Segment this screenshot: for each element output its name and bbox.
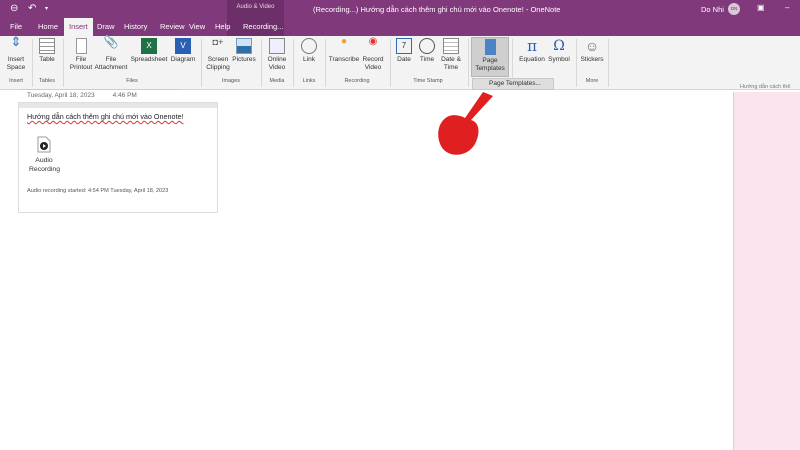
tab-home[interactable]: Home bbox=[38, 22, 58, 31]
transcribe-icon: ● bbox=[340, 36, 348, 47]
file-attachment-button[interactable]: 📎 File Attachment bbox=[94, 35, 128, 72]
ribbon-display-icon[interactable]: ▣ bbox=[757, 3, 765, 12]
symbol-button[interactable]: Ω Symbol bbox=[546, 38, 572, 64]
avatar[interactable]: DN bbox=[728, 3, 740, 15]
pointing-hand-icon bbox=[438, 92, 493, 155]
user-name[interactable]: Do Nhi bbox=[701, 5, 724, 14]
minimize-icon[interactable]: – bbox=[785, 3, 789, 12]
group-tables: Tables bbox=[39, 78, 55, 84]
divider bbox=[576, 39, 577, 87]
page-templates-icon bbox=[484, 39, 496, 55]
recording-info: Audio recording started: 4:54 PM Tuesday… bbox=[27, 188, 169, 194]
sidebar-page-title[interactable]: Hướng dẫn cách thê bbox=[740, 84, 790, 90]
file-printout-button[interactable]: File Printout bbox=[67, 38, 95, 72]
group-more: More bbox=[585, 78, 599, 84]
pi-icon: π bbox=[527, 37, 537, 55]
group-recording: Recording bbox=[344, 78, 370, 84]
customize-qat-icon[interactable]: ▾ bbox=[45, 5, 48, 12]
back-icon[interactable]: ⊖ bbox=[10, 3, 18, 14]
group-insert: Insert bbox=[9, 78, 23, 84]
ribbon: ⇕ Insert Space Insert Table Tables File P… bbox=[0, 34, 800, 90]
stickers-button[interactable]: ☺ Stickers bbox=[579, 38, 605, 64]
group-images: Images bbox=[221, 78, 241, 84]
file-printout-icon bbox=[75, 38, 87, 54]
divider bbox=[293, 39, 294, 87]
context-tab-label: Audio & Video bbox=[236, 4, 275, 10]
divider bbox=[325, 39, 326, 87]
calendar-icon: 7 bbox=[396, 38, 412, 54]
group-links: Links bbox=[302, 78, 316, 84]
undo-icon[interactable]: ↶ bbox=[28, 3, 36, 14]
note-drag-handle[interactable] bbox=[19, 103, 217, 108]
tab-review[interactable]: Review bbox=[160, 22, 185, 31]
smiley-icon: ☺ bbox=[584, 38, 600, 54]
date-time-button[interactable]: Date & Time bbox=[438, 38, 464, 72]
paperclip-icon: 📎 bbox=[103, 35, 119, 49]
audio-recording-file[interactable]: Audio Recording bbox=[29, 136, 60, 174]
divider bbox=[261, 39, 262, 87]
divider bbox=[32, 39, 33, 87]
pictures-button[interactable]: Pictures bbox=[231, 38, 257, 64]
transcribe-button[interactable]: ● Transcribe bbox=[327, 36, 361, 64]
screen-clipping-button[interactable]: ◘+ Screen Clipping bbox=[204, 38, 232, 72]
note-text[interactable]: Hướng dẫn cách thêm ghi chú mới vào Onen… bbox=[27, 112, 183, 121]
spreadsheet-button[interactable]: X Spreadsheet bbox=[129, 38, 169, 64]
tab-view[interactable]: View bbox=[189, 22, 205, 31]
divider bbox=[63, 39, 64, 87]
group-files: Files bbox=[126, 78, 138, 84]
tab-recording[interactable]: Recording... bbox=[243, 22, 283, 31]
window-title: (Recording...) Hướng dẫn cách thêm ghi c… bbox=[313, 5, 561, 14]
group-time-stamp: Time Stamp bbox=[413, 78, 443, 84]
tab-history[interactable]: History bbox=[124, 22, 147, 31]
clock-icon bbox=[419, 38, 435, 54]
time-button[interactable]: Time bbox=[416, 38, 438, 64]
page-templates-button[interactable]: Page Templates bbox=[471, 37, 509, 77]
divider bbox=[201, 39, 202, 87]
page-list-pane[interactable] bbox=[733, 92, 800, 450]
link-globe-icon bbox=[301, 38, 317, 54]
divider bbox=[608, 39, 609, 87]
record-video-icon: ◉ bbox=[368, 36, 378, 47]
tab-file[interactable]: File bbox=[10, 22, 22, 31]
ribbon-tabs: File Home Insert Draw History Review Vie… bbox=[0, 18, 800, 36]
note-container[interactable]: Hướng dẫn cách thêm ghi chú mới vào Onen… bbox=[18, 102, 218, 213]
title-bar: ⊖ ↶ ▾ Audio & Video (Recording...) Hướng… bbox=[0, 0, 800, 36]
camera-icon: ◘+ bbox=[212, 37, 224, 47]
table-icon bbox=[39, 38, 55, 54]
visio-icon: V bbox=[175, 38, 191, 54]
diagram-button[interactable]: V Diagram bbox=[168, 38, 198, 64]
date-time-icon bbox=[443, 38, 459, 54]
tab-draw[interactable]: Draw bbox=[97, 22, 115, 31]
omega-icon: Ω bbox=[553, 38, 565, 54]
insert-space-icon: ⇕ bbox=[10, 34, 22, 49]
record-video-button[interactable]: ◉ Record Video bbox=[360, 36, 386, 72]
online-video-button[interactable]: Online Video bbox=[263, 38, 291, 72]
equation-button[interactable]: π Equation bbox=[516, 38, 548, 64]
page-title-line bbox=[20, 89, 178, 90]
online-video-icon bbox=[269, 38, 285, 54]
date-button[interactable]: 7 Date bbox=[393, 38, 415, 64]
audio-file-icon bbox=[37, 136, 51, 153]
table-button[interactable]: Table bbox=[35, 38, 59, 64]
divider bbox=[468, 39, 469, 87]
picture-icon bbox=[236, 38, 252, 54]
group-media: Media bbox=[269, 78, 285, 84]
link-button[interactable]: Link bbox=[296, 38, 322, 64]
divider bbox=[390, 39, 391, 87]
excel-icon: X bbox=[141, 38, 157, 54]
page-date: Tuesday, April 18, 2023 4:46 PM bbox=[27, 92, 137, 99]
insert-space-button[interactable]: ⇕ Insert Space bbox=[4, 34, 28, 72]
tab-insert[interactable]: Insert bbox=[64, 18, 93, 36]
tab-help[interactable]: Help bbox=[215, 22, 230, 31]
